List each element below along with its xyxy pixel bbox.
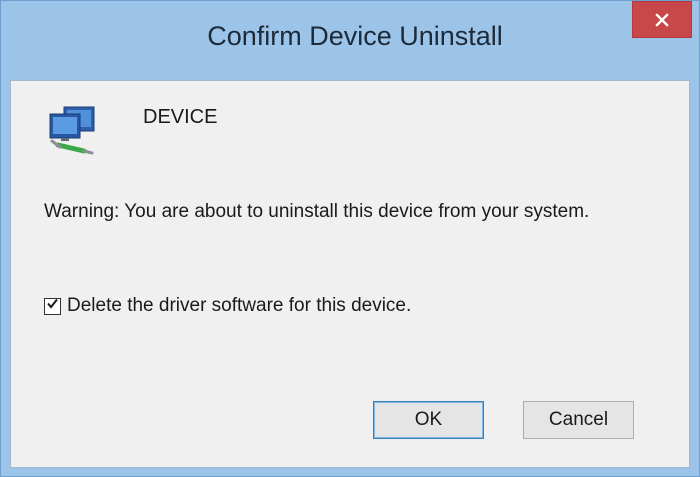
network-adapter-icon (44, 101, 104, 157)
checkmark-icon (46, 297, 59, 315)
dialog-body: DEVICE Warning: You are about to uninsta… (10, 80, 690, 468)
delete-driver-label[interactable]: Delete the driver software for this devi… (67, 295, 411, 317)
cancel-button[interactable]: Cancel (523, 401, 634, 439)
close-icon (654, 12, 670, 28)
window-title: Confirm Device Uninstall (207, 21, 503, 51)
device-name: DEVICE (143, 106, 218, 128)
title-bar[interactable]: Confirm Device Uninstall (1, 1, 699, 80)
ok-button[interactable]: OK (373, 401, 484, 439)
delete-driver-checkbox[interactable] (44, 297, 61, 315)
warning-text: Warning: You are about to uninstall this… (44, 201, 590, 222)
dialog-window: Confirm Device Uninstall DEVICE Warning:… (0, 0, 700, 477)
close-button[interactable] (632, 1, 692, 38)
delete-driver-option[interactable]: Delete the driver software for this devi… (44, 295, 411, 317)
